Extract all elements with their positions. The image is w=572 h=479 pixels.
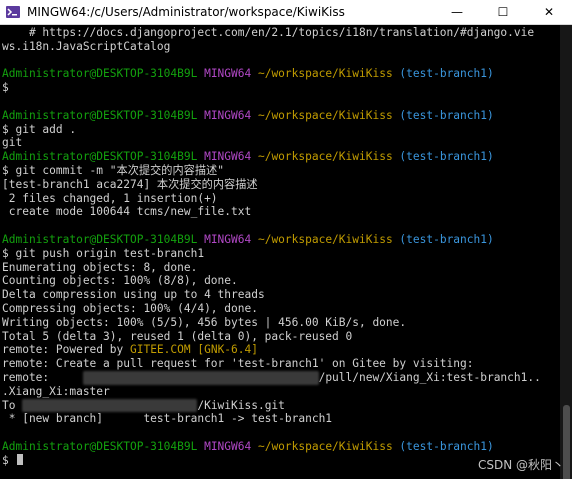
- redacted-text: https://gitee.com/Xiang_Xi/KiwiKiss: [82, 370, 319, 385]
- terminal-text: (test-branch1): [399, 108, 494, 122]
- terminal-text: MINGW64: [204, 232, 258, 246]
- terminal-line: Total 5 (delta 3), reused 1 (delta 0), p…: [2, 330, 558, 344]
- terminal-text: Administrator@DESKTOP-3104B9L: [2, 108, 205, 122]
- terminal-text: Administrator@DESKTOP-3104B9L: [2, 439, 205, 453]
- terminal-line: $: [2, 453, 558, 468]
- terminal-line: To https://gitee.com/Xiang_Xi/KiwiKiss.g…: [2, 398, 558, 413]
- terminal-line: create mode 100644 tcms/new_file.txt: [2, 205, 558, 219]
- mingw-terminal-icon: [5, 4, 21, 20]
- terminal-text: ~/workspace/KiwiKiss: [257, 150, 400, 164]
- terminal-line: Administrator@DESKTOP-3104B9L MINGW64 ~/…: [2, 150, 558, 164]
- close-icon: ✕: [543, 5, 555, 19]
- title-bar[interactable]: MINGW64:/c/Users/Administrator/workspace…: [0, 0, 572, 25]
- terminal-output[interactable]: # https://docs.djangoproject.com/en/2.1/…: [2, 26, 558, 479]
- terminal-line: Administrator@DESKTOP-3104B9L MINGW64 ~/…: [2, 440, 558, 454]
- terminal-text: $: [2, 453, 16, 467]
- minimize-icon: —: [451, 5, 463, 19]
- terminal-text: To: [2, 398, 23, 412]
- terminal-text: .Xiang_Xi:master: [2, 384, 110, 398]
- text-cursor: [17, 453, 24, 465]
- terminal-text: Administrator@DESKTOP-3104B9L: [2, 232, 205, 246]
- terminal-text: MINGW64: [204, 67, 258, 81]
- terminal-text: Administrator@DESKTOP-3104B9L: [2, 150, 205, 164]
- terminal-text: [GNK-6.4]: [197, 343, 258, 357]
- terminal-text: create mode 100644 tcms/new_file.txt: [2, 205, 252, 219]
- terminal-text: (test-branch1): [399, 150, 494, 164]
- window-title: MINGW64:/c/Users/Administrator/workspace…: [27, 5, 345, 19]
- terminal-line: 2 files changed, 1 insertion(+): [2, 192, 558, 206]
- terminal-line: Administrator@DESKTOP-3104B9L MINGW64 ~/…: [2, 67, 558, 81]
- terminal-text: Compressing objects: 100% (4/4), done.: [2, 301, 258, 315]
- terminal-text: ~/workspace/KiwiKiss: [257, 232, 400, 246]
- minimize-button[interactable]: —: [434, 0, 480, 24]
- close-button[interactable]: ✕: [526, 0, 572, 24]
- watermark: CSDN @秋阳丶: [477, 458, 564, 472]
- terminal-line: $: [2, 81, 558, 95]
- terminal-text: remote: Create a pull request for 'test-…: [2, 357, 474, 371]
- terminal-line: Writing objects: 100% (5/5), 456 bytes |…: [2, 316, 558, 330]
- terminal-text: $: [2, 81, 9, 95]
- terminal-text: (test-branch1): [399, 439, 494, 453]
- window-controls: — ☐ ✕: [434, 0, 572, 24]
- terminal-line: ws.i18n.JavaScriptCatalog: [2, 40, 558, 54]
- terminal-text: (test-branch1): [399, 67, 494, 81]
- terminal-line: remote: Create a pull request for 'test-…: [2, 357, 558, 371]
- terminal-text: ~/workspace/KiwiKiss: [257, 439, 400, 453]
- terminal-text: Total 5 (delta 3), reused 1 (delta 0), p…: [2, 329, 353, 343]
- terminal-text: ~/workspace/KiwiKiss: [257, 108, 400, 122]
- terminal-text: remote: Powered by: [2, 343, 130, 357]
- terminal-line: Enumerating objects: 8, done.: [2, 261, 558, 275]
- terminal-line: remote: Powered by GITEE.COM [GNK-6.4]: [2, 343, 558, 357]
- terminal-text: remote:: [2, 370, 83, 384]
- terminal-line: remote: https://gitee.com/Xiang_Xi/KiwiK…: [2, 370, 558, 385]
- terminal-line: Administrator@DESKTOP-3104B9L MINGW64 ~/…: [2, 233, 558, 247]
- terminal-text: $ git add .: [2, 122, 77, 136]
- terminal-line: * [new branch] test-branch1 -> test-bran…: [2, 412, 558, 426]
- terminal-text: /KiwiKiss.git: [197, 398, 285, 412]
- terminal-text: MINGW64: [204, 150, 258, 164]
- terminal-window: MINGW64:/c/Users/Administrator/workspace…: [0, 0, 572, 479]
- terminal-line: Compressing objects: 100% (4/4), done.: [2, 302, 558, 316]
- terminal-line: $ git add .: [2, 123, 558, 137]
- terminal-text: Administrator@DESKTOP-3104B9L: [2, 67, 205, 81]
- terminal-text: GITEE.COM: [129, 343, 191, 357]
- terminal-text: ws.i18n.JavaScriptCatalog: [2, 39, 171, 53]
- terminal-text: (test-branch1): [399, 232, 494, 246]
- terminal-text: * [new branch] test-branch1 -> test-bran…: [2, 412, 333, 426]
- maximize-icon: ☐: [497, 5, 509, 19]
- terminal-text: $ git push origin test-branch1: [2, 246, 205, 260]
- terminal-line: Delta compression using up to 4 threads: [2, 288, 558, 302]
- terminal-text: MINGW64: [204, 108, 258, 122]
- redacted-text: https://gitee.com/Xiang_Xi: [22, 398, 198, 413]
- terminal-line: Administrator@DESKTOP-3104B9L MINGW64 ~/…: [2, 109, 558, 123]
- terminal-text: 2 files changed, 1 insertion(+): [2, 191, 218, 205]
- terminal-line: [test-branch1 aca2274] 本次提交的内容描述: [2, 178, 558, 192]
- terminal-line: git: [2, 136, 558, 150]
- terminal-text: [test-branch1 aca2274] 本次提交的内容描述: [2, 177, 258, 191]
- terminal-text: Delta compression using up to 4 threads: [2, 288, 265, 302]
- scroll-thumb[interactable]: [563, 405, 570, 479]
- terminal-line: $ git commit -m "本次提交的内容描述": [2, 164, 558, 178]
- terminal-line: .Xiang_Xi:master: [2, 385, 558, 399]
- terminal-text: /pull/new/Xiang_Xi:test-branch1..: [318, 370, 541, 384]
- maximize-button[interactable]: ☐: [480, 0, 526, 24]
- terminal-text: $ git commit -m "本次提交的内容描述": [2, 163, 224, 177]
- terminal-text: Enumerating objects: 8, done.: [2, 260, 198, 274]
- terminal-text: git: [2, 136, 23, 150]
- terminal-text: ~/workspace/KiwiKiss: [257, 67, 400, 81]
- scrollbar[interactable]: [560, 25, 572, 479]
- terminal-text: Counting objects: 100% (8/8), done.: [2, 274, 238, 288]
- terminal-line: Counting objects: 100% (8/8), done.: [2, 274, 558, 288]
- terminal-text: Writing objects: 100% (5/5), 456 bytes |…: [2, 315, 407, 329]
- terminal-line: # https://docs.djangoproject.com/en/2.1/…: [2, 26, 558, 40]
- terminal-line: $ git push origin test-branch1: [2, 247, 558, 261]
- terminal-text: # https://docs.djangoproject.com/en/2.1/…: [2, 26, 535, 39]
- terminal-text: MINGW64: [204, 439, 258, 453]
